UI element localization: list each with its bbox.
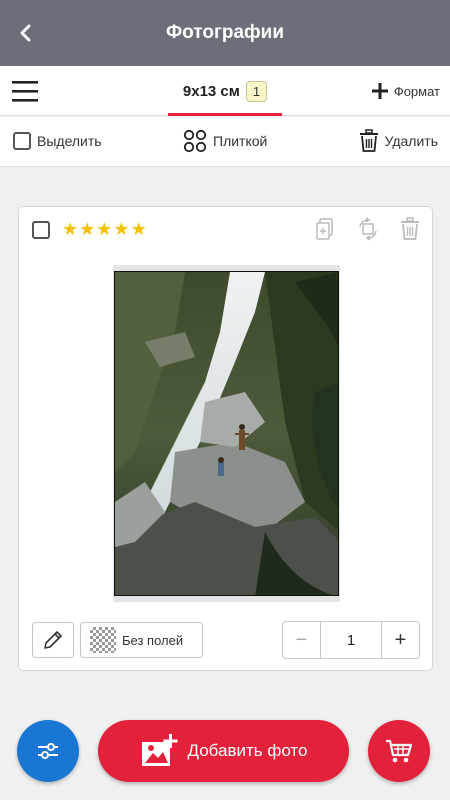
quantity-increase-button[interactable]: + <box>381 622 419 658</box>
menu-button[interactable] <box>10 77 40 105</box>
photo-actions <box>314 217 422 241</box>
delete-selected-button[interactable]: Удалить <box>359 129 438 153</box>
tile-view-label: Плиткой <box>213 133 268 149</box>
trash-icon <box>359 129 378 152</box>
delete-label: Удалить <box>384 133 438 149</box>
borderless-option-button[interactable]: Без полей <box>80 622 203 658</box>
add-format-label: Формат <box>393 83 440 99</box>
tile-view-button[interactable]: Плиткой <box>183 129 267 153</box>
plus-icon <box>371 83 388 99</box>
grid-circles-icon <box>183 129 207 153</box>
back-button[interactable] <box>12 19 40 47</box>
duplicate-icon[interactable] <box>314 217 338 241</box>
add-photo-label: Добавить фото <box>187 741 308 760</box>
format-bar: 9x13 см 1 Формат <box>0 66 450 116</box>
cart-button[interactable] <box>368 720 430 782</box>
cart-icon <box>386 739 413 763</box>
quantity-decrease-button[interactable]: − <box>283 622 321 658</box>
star-icon[interactable]: ★ <box>79 219 95 239</box>
photo-preview-frame <box>113 265 340 602</box>
star-icon[interactable]: ★ <box>96 219 112 239</box>
selection-toolbar: Выделить Плиткой Удалить <box>0 117 450 167</box>
add-image-icon <box>141 734 177 766</box>
photo-select-checkbox[interactable] <box>32 221 50 239</box>
photo-preview[interactable] <box>114 271 339 596</box>
trash-icon[interactable] <box>398 217 422 241</box>
pencil-icon <box>44 631 62 649</box>
arrow-left-icon <box>20 24 31 42</box>
rotate-icon[interactable] <box>356 217 380 241</box>
add-photo-button[interactable]: Добавить фото <box>98 720 349 782</box>
format-count-badge: 1 <box>245 80 268 102</box>
add-format-button[interactable]: Формат <box>371 78 440 104</box>
star-icon[interactable]: ★ <box>113 219 129 239</box>
select-all-checkbox[interactable] <box>13 132 31 150</box>
checkerboard-icon <box>90 627 116 653</box>
star-icon[interactable]: ★ <box>131 219 147 239</box>
active-tab-indicator <box>168 113 282 116</box>
app-bar: Фотографии <box>0 0 450 66</box>
filter-settings-button[interactable] <box>17 720 79 782</box>
borderless-label: Без полей <box>122 632 184 648</box>
star-icon[interactable]: ★ <box>62 219 78 239</box>
sliders-icon <box>38 743 58 759</box>
select-all[interactable]: Выделить <box>13 132 102 150</box>
page-title: Фотографии <box>165 22 285 43</box>
select-all-label: Выделить <box>37 133 102 149</box>
quantity-value[interactable]: 1 <box>321 622 381 658</box>
photo-card: ★ ★ ★ ★ ★ Без полей − 1 + <box>18 206 433 671</box>
hamburger-menu-icon <box>12 81 38 102</box>
format-tab[interactable]: 9x13 см 1 <box>168 66 282 116</box>
quantity-stepper: − 1 + <box>282 621 420 659</box>
format-label: 9x13 см <box>182 82 240 100</box>
waterfall-photo <box>115 272 338 595</box>
edit-photo-button[interactable] <box>32 622 74 658</box>
rating-stars[interactable]: ★ ★ ★ ★ ★ <box>62 219 147 239</box>
